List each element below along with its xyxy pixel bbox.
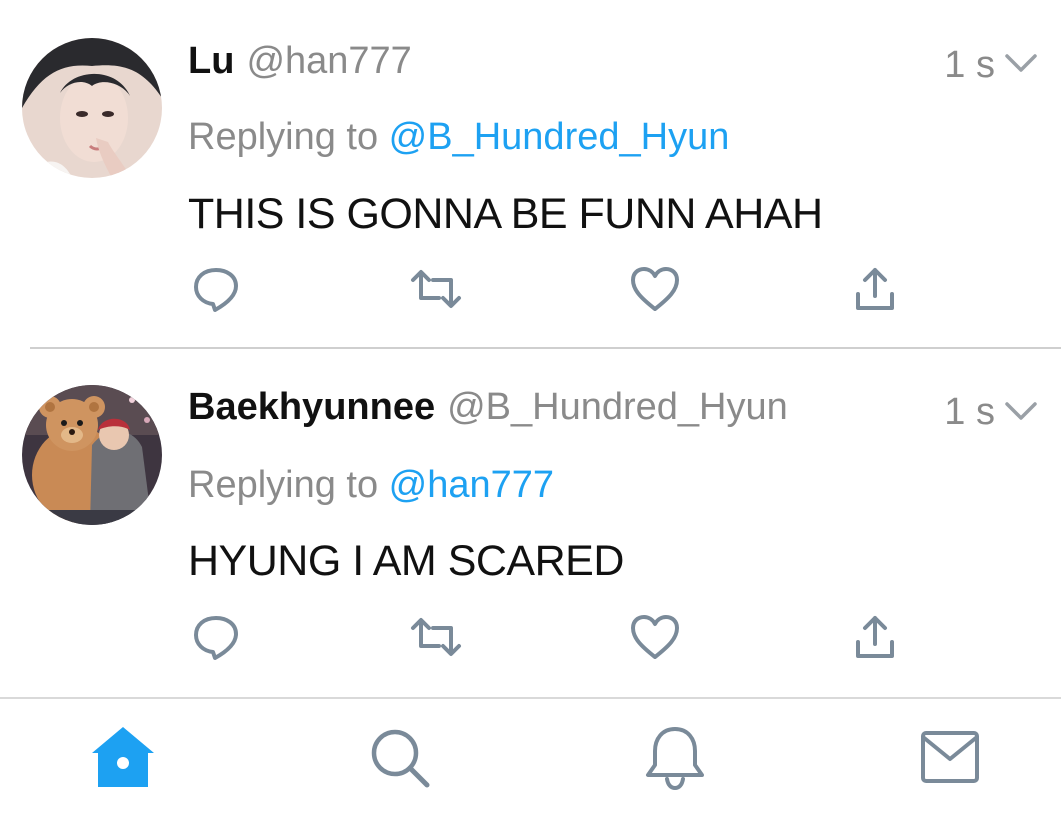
user-handle[interactable]: @B_Hundred_Hyun [447, 386, 788, 429]
share-icon[interactable] [848, 262, 902, 316]
chevron-down-icon[interactable] [1001, 396, 1041, 426]
like-icon[interactable] [628, 610, 682, 664]
reply-icon[interactable] [189, 610, 243, 664]
avatar[interactable] [22, 385, 162, 525]
notifications-icon[interactable] [640, 723, 710, 793]
messages-icon[interactable] [915, 723, 985, 793]
mention-link[interactable]: @han777 [389, 464, 554, 506]
timestamp: 1 s [944, 44, 995, 86]
replying-to: Replying to @han777 [188, 464, 554, 507]
display-name[interactable]: Lu [188, 40, 234, 83]
replying-to: Replying to @B_Hundred_Hyun [188, 116, 729, 159]
retweet-icon[interactable] [409, 610, 463, 664]
tweet-text: HYUNG I AM SCARED [188, 537, 624, 585]
tweet-actions [0, 610, 1061, 670]
tweet-1[interactable]: Lu @han777 1 s Replying to @B_Hundred_Hy… [0, 0, 1061, 348]
replying-prefix: Replying to [188, 464, 389, 506]
search-icon[interactable] [365, 723, 435, 793]
tweet-2[interactable]: Baekhyunnee @B_Hundred_Hyun 1 s Replying… [0, 349, 1061, 697]
share-icon[interactable] [848, 610, 902, 664]
tab-bar [0, 699, 1061, 824]
tweet-header: Lu @han777 [188, 40, 412, 90]
timestamp: 1 s [944, 391, 995, 433]
display-name[interactable]: Baekhyunnee [188, 386, 435, 429]
like-icon[interactable] [628, 262, 682, 316]
chevron-down-icon[interactable] [1001, 48, 1041, 78]
tweet-actions [0, 262, 1061, 322]
avatar[interactable] [22, 38, 162, 178]
home-icon[interactable] [88, 723, 158, 793]
replying-prefix: Replying to [188, 116, 389, 158]
tweet-header: Baekhyunnee @B_Hundred_Hyun [188, 386, 788, 436]
reply-icon[interactable] [189, 262, 243, 316]
retweet-icon[interactable] [409, 262, 463, 316]
user-handle[interactable]: @han777 [246, 40, 411, 83]
mention-link[interactable]: @B_Hundred_Hyun [389, 116, 730, 158]
tweet-text: THIS IS GONNA BE FUNN AHAH [188, 190, 823, 238]
